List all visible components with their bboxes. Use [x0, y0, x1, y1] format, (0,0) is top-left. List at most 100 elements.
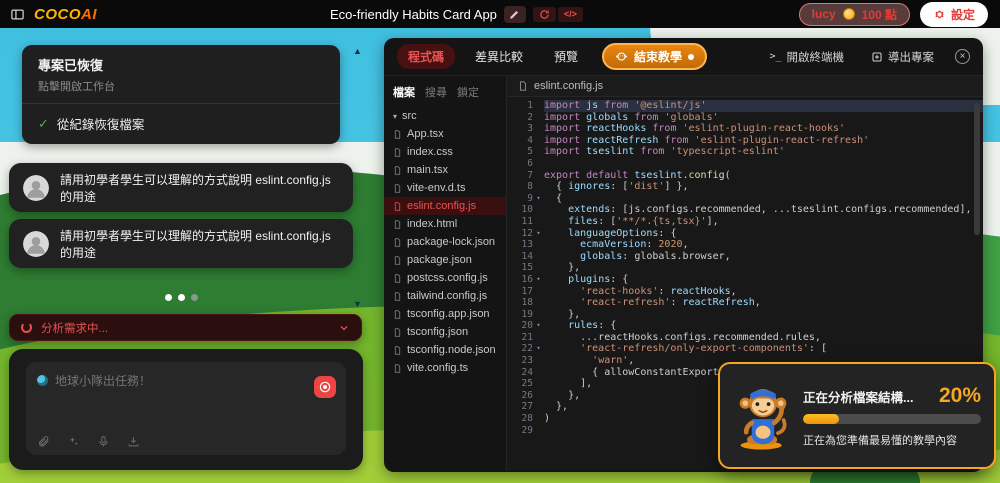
- import-button[interactable]: [127, 435, 140, 448]
- close-icon[interactable]: ×: [955, 49, 970, 64]
- project-title: Eco-friendly Habits Card App: [330, 7, 497, 22]
- file-item[interactable]: eslint.config.js: [384, 197, 506, 215]
- code-line: 6: [507, 158, 983, 170]
- code-line: 22▾ 'react-refresh/only-export-component…: [507, 343, 983, 355]
- file-item[interactable]: tailwind.config.js: [384, 287, 506, 305]
- carousel-dot[interactable]: [178, 294, 185, 301]
- top-bar: COCOAI Eco-friendly Habits Card App </> …: [0, 0, 1000, 28]
- restore-files-action[interactable]: ✓ 從紀錄恢復檔案: [38, 112, 324, 135]
- stop-button[interactable]: [314, 376, 336, 398]
- file-icon: [393, 147, 402, 158]
- progress-percent: 20%: [939, 384, 981, 408]
- open-terminal-button[interactable]: >_ 開啟終端機: [763, 48, 850, 66]
- code-line: 16▾ plugins: {: [507, 274, 983, 286]
- app-logo: COCOAI: [34, 6, 97, 23]
- file-name: postcss.config.js: [407, 272, 488, 284]
- file-item[interactable]: main.tsx: [384, 161, 506, 179]
- carousel-dot[interactable]: [165, 294, 172, 301]
- tab-diff[interactable]: 差異比較: [464, 44, 534, 69]
- file-name: tsconfig.node.json: [407, 344, 496, 356]
- file-item[interactable]: index.css: [384, 143, 506, 161]
- tab-preview[interactable]: 預覽: [543, 44, 589, 69]
- code-line: 17 'react-hooks': reactHooks,: [507, 286, 983, 298]
- file-name: package.json: [407, 254, 472, 266]
- file-icon: [518, 80, 528, 92]
- microphone-icon: [97, 435, 110, 448]
- file-item[interactable]: tsconfig.node.json: [384, 341, 506, 359]
- file-item[interactable]: App.tsx: [384, 125, 506, 143]
- scroll-down-icon[interactable]: ▼: [353, 300, 362, 309]
- progress-bar: [803, 414, 981, 424]
- chat-input[interactable]: 地球小隊出任務！: [26, 362, 346, 455]
- restore-button[interactable]: [533, 7, 556, 22]
- file-icon: [393, 345, 402, 356]
- carousel-dot[interactable]: [191, 294, 198, 301]
- file-icon: [393, 219, 402, 230]
- chevron-down-icon[interactable]: [338, 322, 350, 334]
- analysis-status-bar[interactable]: 分析需求中...: [9, 314, 362, 341]
- file-name: tsconfig.json: [407, 326, 468, 338]
- progress-status: 正在分析檔案結構...: [803, 387, 913, 406]
- file-icon: [393, 129, 402, 140]
- progress-bar-fill: [803, 414, 839, 424]
- magic-button[interactable]: [67, 435, 80, 448]
- end-teaching-button[interactable]: 結束教學: [602, 43, 707, 70]
- sparkles-icon: [67, 435, 80, 448]
- file-item[interactable]: index.html: [384, 215, 506, 233]
- file-item[interactable]: vite-env.d.ts: [384, 179, 506, 197]
- file-item[interactable]: vite.config.ts: [384, 359, 506, 377]
- gear-icon: [933, 8, 946, 21]
- end-teaching-label: 結束教學: [634, 48, 682, 65]
- file-icon: [393, 237, 402, 248]
- code-mode-button[interactable]: </>: [558, 7, 583, 22]
- explorer-tab-lock[interactable]: 鎖定: [457, 84, 479, 100]
- restore-files-label: 從紀錄恢復檔案: [57, 114, 145, 133]
- file-name: index.css: [407, 146, 453, 158]
- editor-scrollbar[interactable]: [974, 103, 980, 235]
- folder-item-src[interactable]: ▾src: [384, 107, 506, 125]
- chat-message-text: 請用初學者學生可以理解的方式說明 eslint.config.js 的用途: [60, 171, 339, 205]
- code-line: 15 },: [507, 262, 983, 274]
- code-line: 5import tseslint from 'typescript-eslint…: [507, 146, 983, 158]
- chat-message: 請用初學者學生可以理解的方式說明 eslint.config.js 的用途: [9, 219, 353, 268]
- open-file-tab[interactable]: eslint.config.js: [507, 76, 983, 97]
- explorer-tab-files[interactable]: 檔案: [393, 84, 415, 100]
- file-name: index.html: [407, 218, 457, 230]
- sidebar-toggle-icon[interactable]: [10, 7, 25, 22]
- points-value: 100 點: [862, 6, 897, 23]
- file-item[interactable]: package-lock.json: [384, 233, 506, 251]
- tab-code[interactable]: 程式碼: [397, 44, 455, 69]
- editor-tab-bar: 程式碼 差異比較 預覽 結束教學 >_ 開啟終端機 導出專案 ×: [384, 38, 983, 76]
- file-item[interactable]: package.json: [384, 251, 506, 269]
- file-icon: [393, 201, 402, 212]
- record-circle-icon: [318, 380, 332, 394]
- user-name: lucy: [812, 7, 836, 21]
- settings-button[interactable]: 設定: [920, 2, 988, 27]
- file-item[interactable]: tsconfig.app.json: [384, 305, 506, 323]
- progress-note: 正在為您準備最易懂的教學內容: [803, 432, 981, 448]
- attachment-button[interactable]: [37, 435, 50, 448]
- export-project-button[interactable]: 導出專案: [865, 48, 940, 66]
- paperclip-icon: [37, 435, 50, 448]
- code-line: 8 { ignores: ['dist'] },: [507, 181, 983, 193]
- scroll-up-icon[interactable]: ▲: [353, 47, 362, 56]
- code-line: 19 },: [507, 309, 983, 321]
- code-line: 2import globals from 'globals': [507, 112, 983, 124]
- voice-button[interactable]: [97, 435, 110, 448]
- file-icon: [393, 183, 402, 194]
- file-icon: [393, 291, 402, 302]
- code-line: 1import js from '@eslint/js': [507, 100, 983, 112]
- carousel-dots[interactable]: [0, 294, 362, 301]
- explorer-tab-search[interactable]: 搜尋: [425, 84, 447, 100]
- file-item[interactable]: postcss.config.js: [384, 269, 506, 287]
- edit-title-button[interactable]: [504, 6, 526, 23]
- restore-notice-card[interactable]: 專案已恢復 點擊開啟工作台 ✓ 從紀錄恢復檔案: [22, 45, 340, 144]
- file-name: tailwind.config.js: [407, 290, 487, 302]
- folder-name: src: [402, 110, 417, 122]
- file-item[interactable]: tsconfig.json: [384, 323, 506, 341]
- pencil-icon: [509, 9, 520, 20]
- user-badge[interactable]: lucy 100 點: [799, 3, 910, 26]
- export-icon: [871, 51, 883, 63]
- file-name: vite-env.d.ts: [407, 182, 466, 194]
- file-explorer: 檔案 搜尋 鎖定 ▾srcApp.tsx index.css main.tsx vit…: [384, 76, 507, 471]
